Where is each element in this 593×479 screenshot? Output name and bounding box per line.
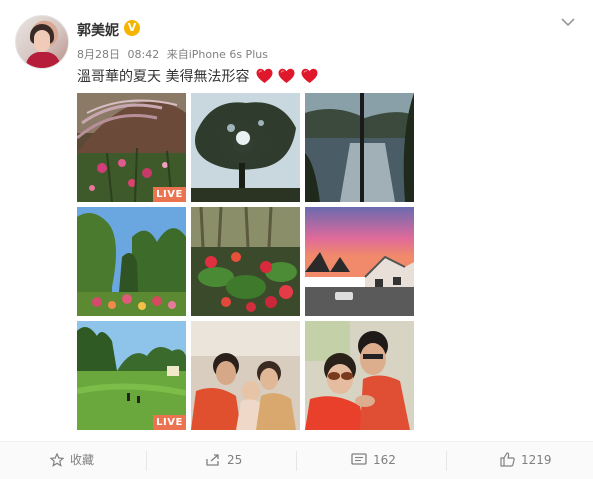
post-date[interactable]: 8月28日: [77, 48, 120, 61]
comment-count: 162: [373, 453, 396, 467]
user-avatar[interactable]: [15, 15, 69, 69]
favorite-button[interactable]: 收藏: [49, 442, 95, 479]
photo-thumbnail-4[interactable]: [77, 207, 186, 316]
favorite-label: 收藏: [70, 453, 95, 467]
post-meta: 8月28日 08:42 来自iPhone 6s Plus: [77, 46, 272, 62]
photo-thumbnail-9[interactable]: [305, 321, 414, 430]
post-source[interactable]: iPhone 6s Plus: [189, 48, 268, 61]
heart-emoji-group: [256, 68, 319, 89]
photo-thumbnail-6[interactable]: [305, 207, 414, 316]
post-time[interactable]: 08:42: [128, 48, 160, 61]
heart-icon: [256, 68, 273, 83]
photo-thumbnail-3[interactable]: [305, 93, 414, 202]
photo-thumbnail-2[interactable]: [191, 93, 300, 202]
repost-button[interactable]: 25: [205, 442, 242, 479]
repost-count: 25: [227, 453, 243, 467]
photo-thumbnail-8[interactable]: [191, 321, 300, 430]
comment-icon: [351, 453, 367, 465]
heart-icon: [278, 68, 295, 83]
live-badge: LIVE: [153, 187, 186, 202]
live-badge: LIVE: [153, 415, 186, 430]
verified-badge-icon: V: [124, 20, 140, 36]
thumbs-up-icon: [500, 452, 515, 467]
photo-thumbnail-7[interactable]: LIVE: [77, 321, 186, 430]
photo-thumbnail-5[interactable]: [191, 207, 300, 316]
post-text: 溫哥華的夏天 美得無法形容: [77, 68, 319, 89]
chevron-down-icon[interactable]: [560, 14, 576, 30]
star-icon: [49, 452, 65, 467]
source-prefix: 来自: [166, 48, 189, 61]
action-bar: 收藏 25 162 1219: [0, 442, 593, 479]
repost-icon: [206, 454, 219, 466]
heart-icon: [301, 68, 318, 83]
post-body: 溫哥華的夏天 美得無法形容: [77, 69, 250, 85]
username[interactable]: 郭美妮: [77, 20, 119, 40]
like-count: 1219: [521, 453, 552, 467]
photo-thumbnail-1[interactable]: LIVE: [77, 93, 186, 202]
like-button[interactable]: 1219: [500, 442, 552, 479]
comment-button[interactable]: 162: [351, 442, 396, 479]
weibo-post-card: 郭美妮 V 8月28日 08:42 来自iPhone 6s Plus 溫哥華的夏…: [0, 0, 593, 479]
